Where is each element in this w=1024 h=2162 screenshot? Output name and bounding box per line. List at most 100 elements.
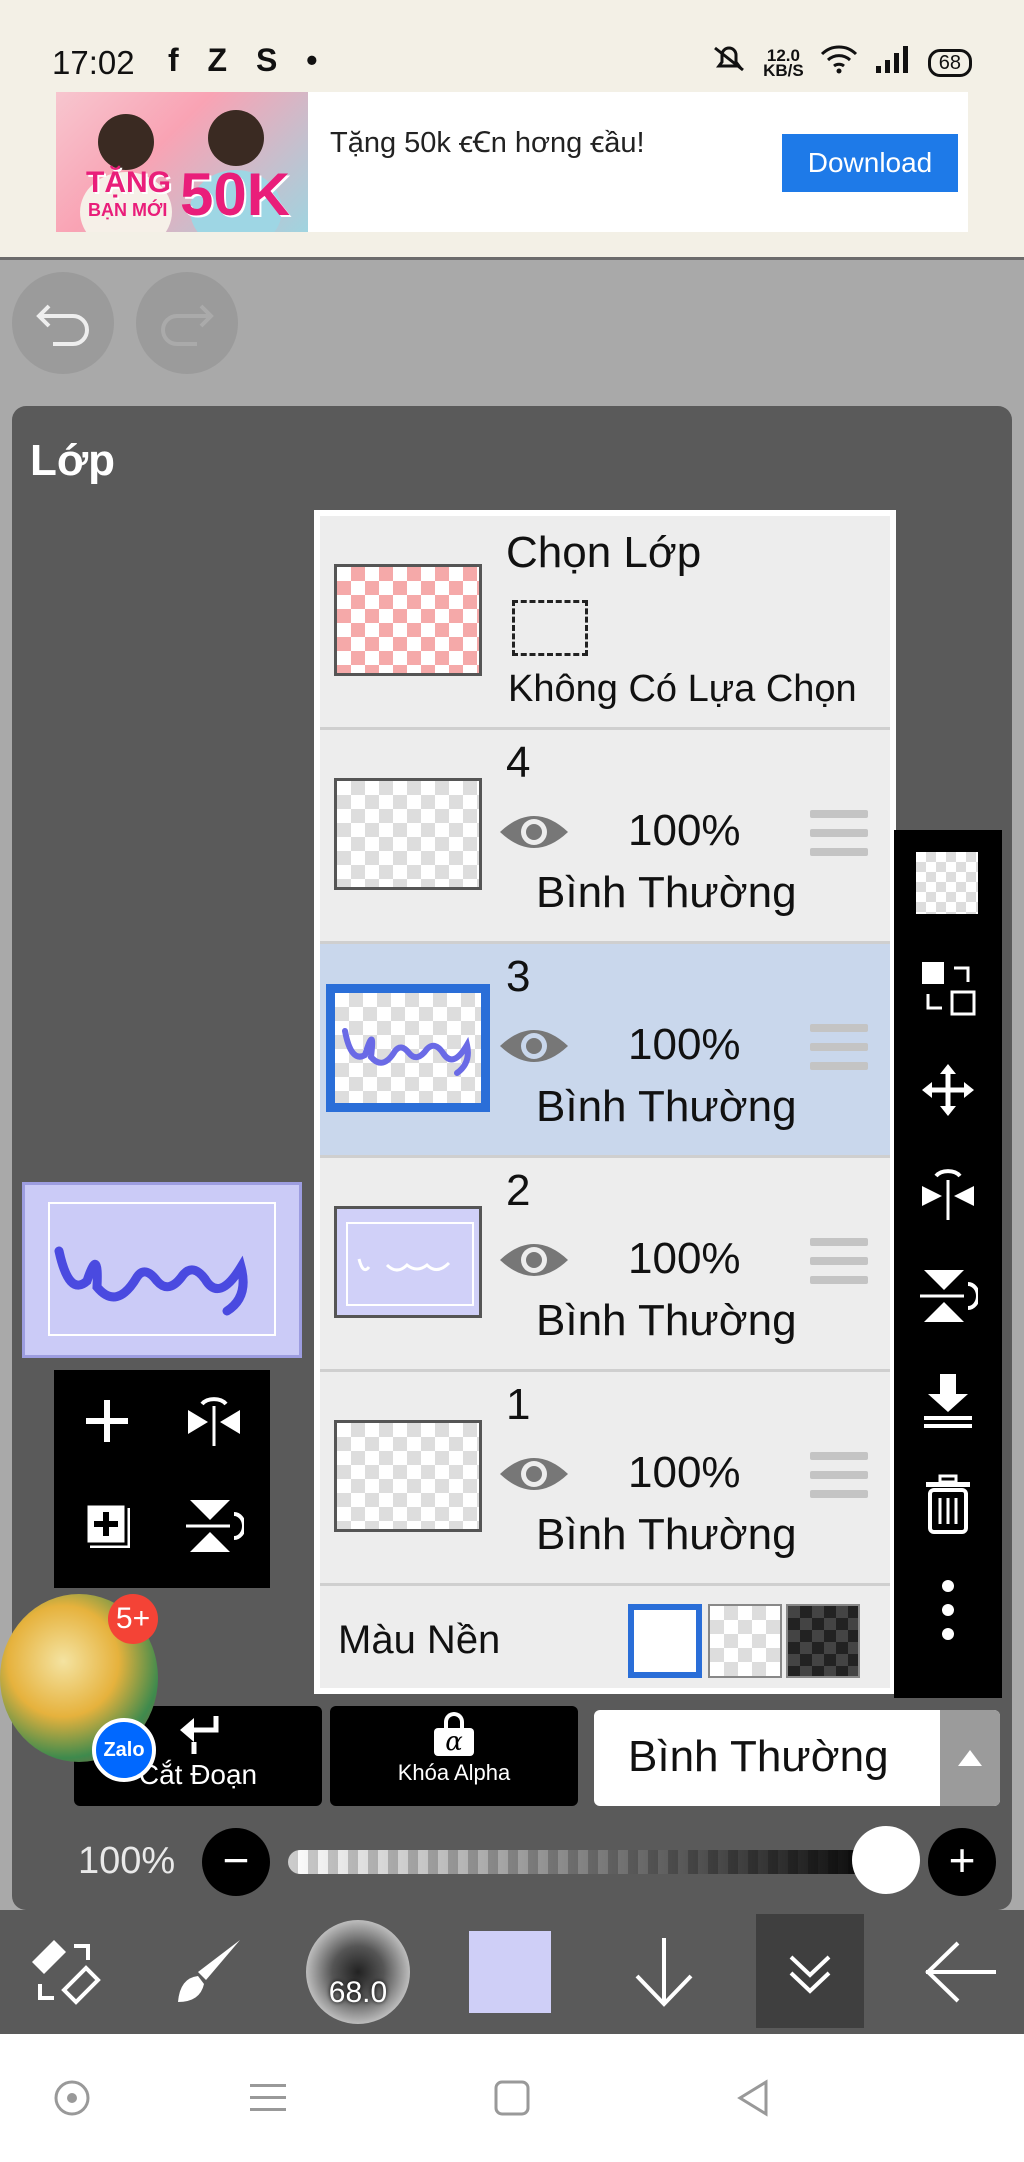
zalo-icon: Zalo bbox=[92, 1718, 156, 1782]
flip-canvas-vertical-icon[interactable] bbox=[184, 1496, 246, 1561]
back-arrow-icon[interactable] bbox=[916, 1910, 1004, 2034]
status-bar: 17:02 f Z S • 12.0 KB/S 68 TẶNG 50K BẠN … bbox=[0, 0, 1024, 260]
layer-blend-mode: Bình Thường bbox=[536, 868, 797, 917]
wifi-icon bbox=[820, 44, 858, 81]
flip-horizontal-icon[interactable] bbox=[916, 1160, 980, 1224]
canvas-preview[interactable] bbox=[22, 1182, 302, 1358]
alpha-lock-icon: α bbox=[434, 1712, 474, 1756]
network-speed: 12.0 KB/S bbox=[763, 47, 804, 80]
ad-download-button[interactable]: Download bbox=[782, 134, 958, 192]
background-dark-swatch[interactable] bbox=[786, 1604, 860, 1678]
blend-mode-select[interactable]: Bình Thường bbox=[594, 1710, 1000, 1806]
copy-layer-icon[interactable] bbox=[82, 1500, 134, 1557]
move-icon[interactable] bbox=[916, 1058, 980, 1122]
layer-row[interactable]: 4 100% Bình Thường bbox=[320, 730, 890, 944]
alpha-lock-button[interactable]: α Khóa Alpha bbox=[330, 1706, 578, 1806]
merge-down-icon[interactable] bbox=[916, 1368, 980, 1432]
chat-head-bubble[interactable]: 5+ Zalo bbox=[0, 1594, 158, 1782]
layer-thumbnail bbox=[326, 984, 490, 1112]
status-right: 12.0 KB/S 68 bbox=[711, 44, 972, 81]
background-white-swatch[interactable] bbox=[628, 1604, 702, 1678]
mute-icon bbox=[711, 44, 747, 81]
background-color-row: Màu Nền bbox=[320, 1586, 890, 1694]
layer-side-toolbar bbox=[894, 830, 1002, 1698]
layer-blend-mode: Bình Thường bbox=[536, 1510, 797, 1559]
layer-thumbnail bbox=[334, 778, 482, 890]
layer-thumbnail bbox=[334, 1206, 482, 1318]
nav-home-icon[interactable] bbox=[478, 2064, 546, 2132]
opacity-slider-handle[interactable] bbox=[852, 1826, 920, 1894]
layer-thumbnail bbox=[334, 1420, 482, 1532]
flip-canvas-horizontal-icon[interactable] bbox=[184, 1396, 244, 1451]
brush-size-value: 68.0 bbox=[328, 1976, 388, 2009]
status-time: 17:02 bbox=[52, 44, 135, 81]
layer-swap-icon[interactable] bbox=[916, 956, 980, 1020]
battery-icon: 68 bbox=[927, 48, 972, 77]
alpha-lock-label: Khóa Alpha bbox=[397, 1760, 511, 1785]
selection-status: Không Có Lựa Chọn bbox=[508, 668, 857, 710]
current-color-swatch bbox=[469, 1931, 551, 2013]
color-swatch-button[interactable] bbox=[466, 1910, 554, 2034]
opacity-decrease-button[interactable]: − bbox=[202, 1828, 270, 1896]
ad-banner[interactable]: TẶNG 50K BẠN MỚI Tặng 50k ꞓꞒn hơng ꞓầu! … bbox=[56, 92, 968, 232]
drag-handle-icon[interactable] bbox=[810, 810, 868, 856]
transparent-layer-icon[interactable] bbox=[916, 852, 978, 914]
selection-marquee-icon bbox=[512, 600, 588, 656]
background-label: Màu Nền bbox=[338, 1618, 501, 1662]
drag-handle-icon[interactable] bbox=[810, 1024, 868, 1070]
redo-icon bbox=[161, 304, 214, 346]
ad-image[interactable]: TẶNG 50K BẠN MỚI bbox=[56, 92, 308, 232]
brush-size-button[interactable]: 68.0 bbox=[304, 1910, 412, 2034]
network-speed-unit: KB/S bbox=[763, 60, 804, 80]
bottom-toolbar: 68.0 bbox=[0, 1910, 1024, 2034]
panel-title: Lớp bbox=[30, 436, 116, 485]
ad-image-amount: 50K bbox=[180, 161, 291, 228]
layer-blend-mode: Bình Thường bbox=[536, 1082, 797, 1131]
visibility-eye-icon[interactable] bbox=[496, 1234, 572, 1286]
layer-row-active[interactable]: 3 100% Bình Thường bbox=[320, 944, 890, 1158]
undo-button[interactable] bbox=[12, 272, 114, 374]
more-options-icon[interactable] bbox=[916, 1578, 980, 1642]
background-transparent-swatch[interactable] bbox=[708, 1604, 782, 1678]
nav-menu-icon[interactable] bbox=[234, 2064, 302, 2132]
layer-blend-mode: Bình Thường bbox=[536, 1296, 797, 1345]
layers-menu-button[interactable] bbox=[756, 1914, 864, 2028]
clipping-arrow-icon bbox=[180, 1716, 219, 1754]
selection-title: Chọn Lớp bbox=[506, 528, 702, 577]
opacity-slider-track[interactable] bbox=[288, 1850, 892, 1874]
arrow-down-icon[interactable] bbox=[620, 1910, 708, 2034]
layer-number: 1 bbox=[506, 1380, 531, 1429]
flip-vertical-icon[interactable] bbox=[916, 1264, 980, 1328]
trash-icon[interactable] bbox=[916, 1472, 980, 1536]
visibility-eye-icon[interactable] bbox=[496, 806, 572, 858]
drag-handle-icon[interactable] bbox=[810, 1238, 868, 1284]
layer-list: Chọn Lớp Không Có Lựa Chọn 4 100% Bình T… bbox=[314, 510, 896, 1694]
layer-number: 3 bbox=[506, 952, 531, 1001]
opacity-increase-button[interactable]: + bbox=[928, 1828, 996, 1896]
layer-row[interactable]: 1 100% Bình Thường bbox=[320, 1372, 890, 1586]
layer-row[interactable]: 2 100% Bình Thường bbox=[320, 1158, 890, 1372]
layer-opacity: 100% bbox=[628, 1448, 741, 1497]
layer-opacity: 100% bbox=[628, 806, 741, 855]
nav-back-icon[interactable] bbox=[720, 2064, 788, 2132]
redo-button[interactable] bbox=[136, 272, 238, 374]
drag-handle-icon[interactable] bbox=[810, 1452, 868, 1498]
selection-thumbnail bbox=[334, 564, 482, 676]
visibility-eye-icon[interactable] bbox=[496, 1020, 572, 1072]
visibility-eye-icon[interactable] bbox=[496, 1448, 572, 1500]
chevron-double-down-icon bbox=[789, 1955, 831, 1994]
ad-image-text: TẶNG bbox=[86, 166, 171, 199]
signal-icon bbox=[874, 44, 912, 81]
ad-image-subtext: BẠN MỚI bbox=[88, 200, 168, 220]
layer-number: 2 bbox=[506, 1166, 531, 1215]
undo-icon bbox=[36, 304, 89, 346]
chevron-up-icon[interactable] bbox=[940, 1710, 1000, 1806]
add-layer-icon[interactable] bbox=[82, 1396, 132, 1451]
brush-icon[interactable] bbox=[164, 1910, 252, 2034]
layer-opacity: 100% bbox=[628, 1020, 741, 1069]
selection-layer-row[interactable]: Chọn Lớp Không Có Lựa Chọn bbox=[320, 516, 890, 730]
layer-opacity: 100% bbox=[628, 1234, 741, 1283]
opacity-value: 100% bbox=[78, 1840, 176, 1882]
nav-assistant-icon[interactable] bbox=[38, 2064, 106, 2132]
transform-eraser-icon[interactable] bbox=[20, 1910, 108, 2034]
